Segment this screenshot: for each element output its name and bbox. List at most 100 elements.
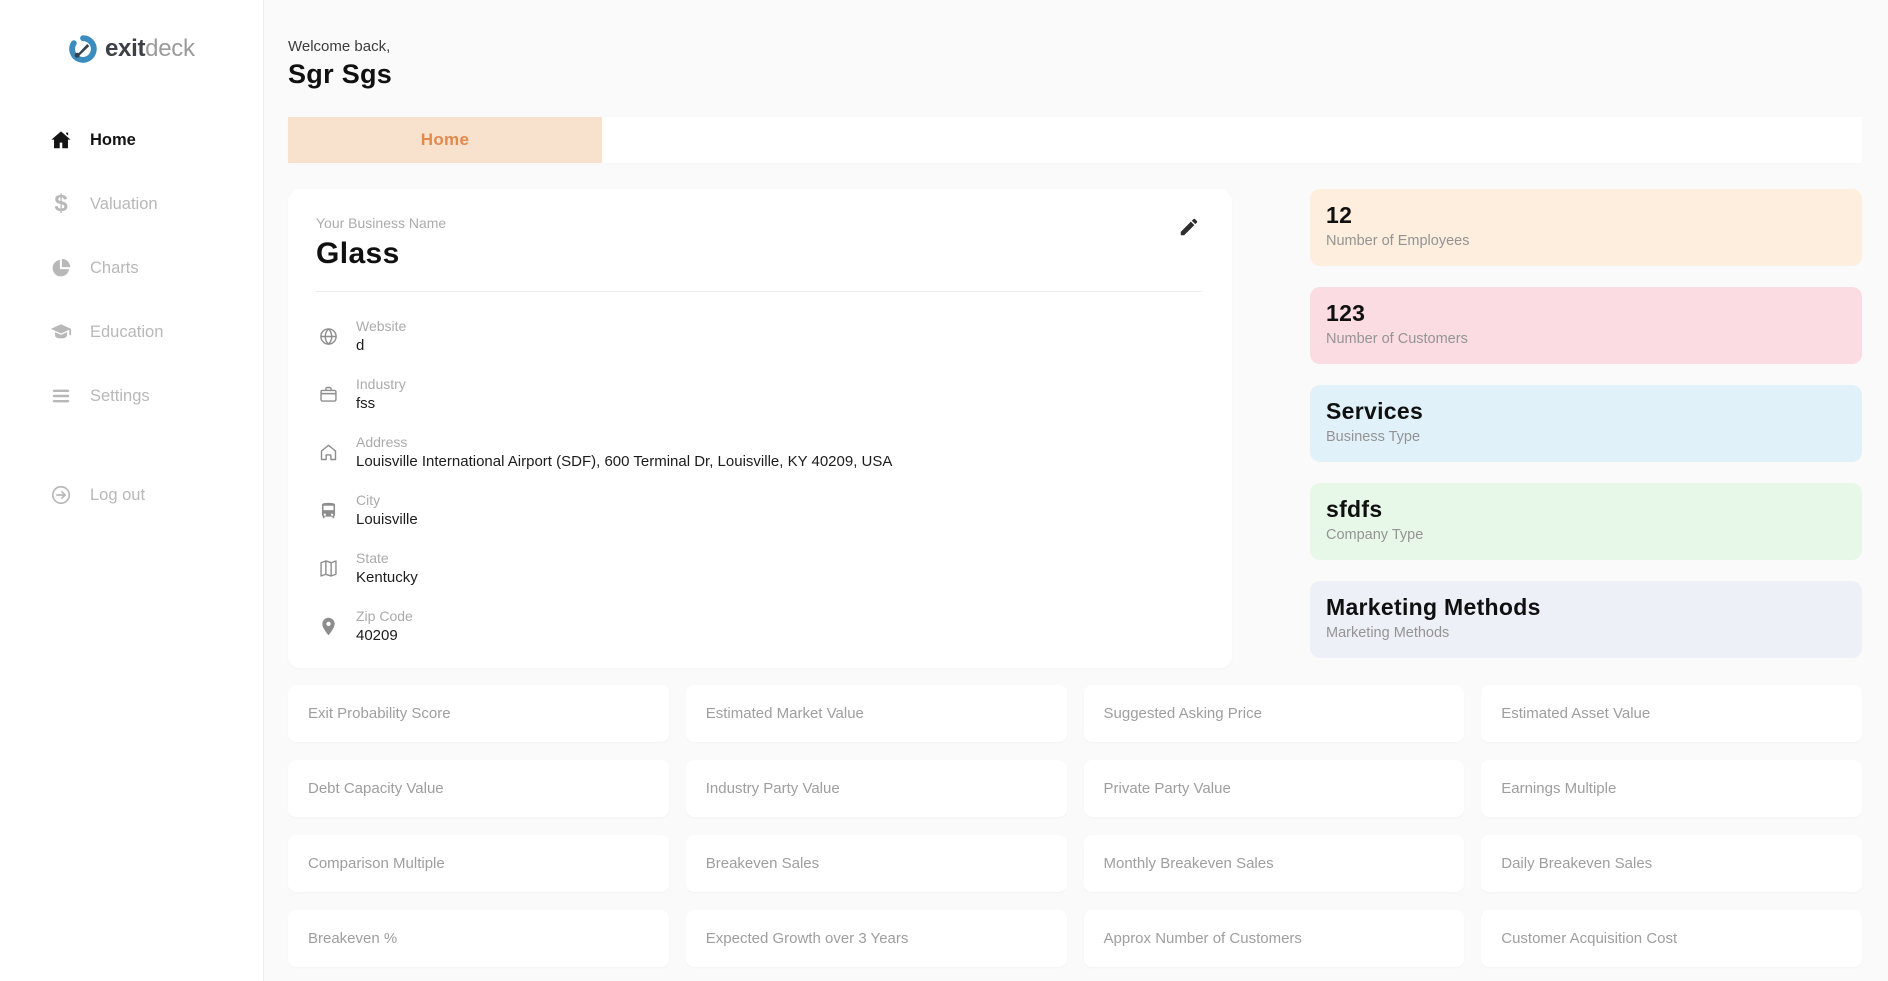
- business-info-card: Your Business Name Glass Website d Indus…: [288, 189, 1232, 668]
- business-fields: Website d Industry fss Address Louisvill…: [316, 318, 1202, 644]
- metric-label: Suggested Asking Price: [1104, 705, 1262, 722]
- tab-home[interactable]: Home: [288, 117, 602, 163]
- map-icon: [316, 556, 340, 580]
- user-name: Sgr Sgs: [288, 59, 1862, 90]
- sidebar-item-valuation[interactable]: $ Valuation: [0, 172, 263, 236]
- graduation-cap-icon: [49, 320, 73, 344]
- field-industry: Industry fss: [316, 376, 1202, 412]
- metric-card-expected-growth-over-3-years: Expected Growth over 3 Years: [686, 910, 1067, 967]
- metric-label: Monthly Breakeven Sales: [1104, 855, 1274, 872]
- sidebar: exitdeck Home $ Valuation Charts Educati…: [0, 0, 264, 981]
- metric-label: Industry Party Value: [706, 780, 840, 797]
- metric-card-earnings-multiple: Earnings Multiple: [1481, 760, 1862, 817]
- stat-value: Services: [1326, 398, 1846, 425]
- metric-label: Expected Growth over 3 Years: [706, 930, 909, 947]
- stat-label: Number of Customers: [1326, 331, 1846, 347]
- metric-card-debt-capacity-value: Debt Capacity Value: [288, 760, 669, 817]
- logout-icon: [49, 483, 73, 507]
- stat-value: 12: [1326, 202, 1846, 229]
- metric-card-estimated-market-value: Estimated Market Value: [686, 685, 1067, 742]
- field-label: Website: [356, 318, 406, 334]
- metric-card-private-party-value: Private Party Value: [1084, 760, 1465, 817]
- field-value: Kentucky: [356, 569, 418, 586]
- metric-card-breakeven-sales: Breakeven Sales: [686, 835, 1067, 892]
- metrics-grid: Exit Probability Score Estimated Market …: [288, 685, 1862, 981]
- stat-label: Number of Employees: [1326, 233, 1846, 249]
- field-zip-code: Zip Code 40209: [316, 608, 1202, 644]
- welcome-block: Welcome back, Sgr Sgs: [288, 38, 1862, 90]
- field-address: Address Louisville International Airport…: [316, 434, 1202, 470]
- sidebar-item-charts[interactable]: Charts: [0, 236, 263, 300]
- stat-card-number-of-employees: 12 Number of Employees: [1310, 189, 1862, 266]
- metric-label: Earnings Multiple: [1501, 780, 1616, 797]
- location-pin-icon: [316, 614, 340, 638]
- metric-card-estimated-asset-value: Estimated Asset Value: [1481, 685, 1862, 742]
- metric-label: Comparison Multiple: [308, 855, 445, 872]
- metric-label: Daily Breakeven Sales: [1501, 855, 1652, 872]
- sidebar-item-education[interactable]: Education: [0, 300, 263, 364]
- stat-value: sfdfs: [1326, 496, 1846, 523]
- edit-business-button[interactable]: [1176, 215, 1202, 241]
- field-city: City Louisville: [316, 492, 1202, 528]
- metric-card-comparison-multiple: Comparison Multiple: [288, 835, 669, 892]
- metric-label: Customer Acquisition Cost: [1501, 930, 1677, 947]
- field-value: fss: [356, 395, 406, 412]
- metric-card-customer-acquisition-cost: Customer Acquisition Cost: [1481, 910, 1862, 967]
- stat-value: Marketing Methods: [1326, 594, 1846, 621]
- field-label: Zip Code: [356, 608, 413, 624]
- field-value: Louisville: [356, 511, 418, 528]
- field-value: d: [356, 337, 406, 354]
- main-content: Welcome back, Sgr Sgs Home Your Business…: [264, 0, 1888, 981]
- stats-column: 12 Number of Employees 123 Number of Cus…: [1310, 189, 1862, 658]
- field-label: City: [356, 492, 418, 508]
- stat-card-business-type: Services Business Type: [1310, 385, 1862, 462]
- field-state: State Kentucky: [316, 550, 1202, 586]
- metric-label: Exit Probability Score: [308, 705, 451, 722]
- metric-card-exit-probability-score: Exit Probability Score: [288, 685, 669, 742]
- metric-label: Debt Capacity Value: [308, 780, 444, 797]
- metric-card-industry-party-value: Industry Party Value: [686, 760, 1067, 817]
- metric-card-breakeven: Breakeven %: [288, 910, 669, 967]
- pie-chart-icon: [49, 256, 73, 280]
- stat-card-company-type: sfdfs Company Type: [1310, 483, 1862, 560]
- logo-wordmark: exitdeck: [105, 35, 195, 63]
- business-card-header: Your Business Name Glass: [316, 215, 1202, 271]
- field-value: 40209: [356, 627, 413, 644]
- stat-value: 123: [1326, 300, 1846, 327]
- stat-card-number-of-customers: 123 Number of Customers: [1310, 287, 1862, 364]
- sidebar-item-settings[interactable]: Settings: [0, 364, 263, 428]
- card-divider: [316, 291, 1202, 292]
- metric-label: Breakeven Sales: [706, 855, 819, 872]
- metric-card-approx-number-of-customers: Approx Number of Customers: [1084, 910, 1465, 967]
- field-value: Louisville International Airport (SDF), …: [356, 453, 892, 470]
- business-name-value: Glass: [316, 237, 446, 271]
- tab-bar: Home: [288, 117, 1862, 163]
- bus-icon: [316, 498, 340, 522]
- house-icon: [316, 440, 340, 464]
- stat-label: Business Type: [1326, 429, 1846, 445]
- field-label: Industry: [356, 376, 406, 392]
- pencil-icon: [1178, 226, 1200, 241]
- gauge-logo-icon: [68, 34, 98, 64]
- briefcase-icon: [316, 382, 340, 406]
- sidebar-item-logout[interactable]: Log out: [0, 463, 263, 527]
- metric-card-daily-breakeven-sales: Daily Breakeven Sales: [1481, 835, 1862, 892]
- exitdeck-logo: exitdeck: [68, 34, 263, 64]
- metric-label: Estimated Asset Value: [1501, 705, 1650, 722]
- stat-label: Marketing Methods: [1326, 625, 1846, 641]
- dollar-icon: $: [49, 192, 73, 216]
- sidebar-item-home[interactable]: Home: [0, 108, 263, 172]
- stat-card-marketing-methods: Marketing Methods Marketing Methods: [1310, 581, 1862, 658]
- home-icon: [49, 128, 73, 152]
- field-label: State: [356, 550, 418, 566]
- business-name-label: Your Business Name: [316, 215, 446, 231]
- content-row: Your Business Name Glass Website d Indus…: [288, 189, 1862, 668]
- globe-icon: [316, 324, 340, 348]
- metric-card-suggested-asking-price: Suggested Asking Price: [1084, 685, 1465, 742]
- metric-label: Estimated Market Value: [706, 705, 864, 722]
- sidebar-nav: Home $ Valuation Charts Education Settin…: [0, 108, 263, 428]
- menu-icon: [49, 384, 73, 408]
- field-website: Website d: [316, 318, 1202, 354]
- stat-label: Company Type: [1326, 527, 1846, 543]
- field-label: Address: [356, 434, 892, 450]
